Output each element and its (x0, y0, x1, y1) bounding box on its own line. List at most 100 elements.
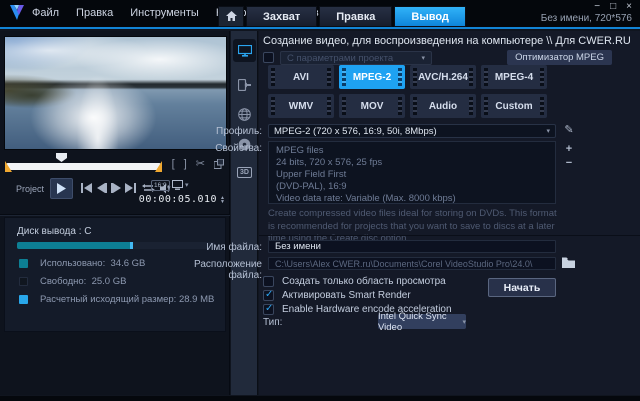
aspect-caret-icon: ▾ (167, 184, 171, 192)
playhead-thumb[interactable] (56, 153, 67, 162)
format-avc-button[interactable]: AVC/H.264 (410, 65, 476, 89)
dropdown-caret-icon: ▾ (462, 318, 466, 326)
minimize-button[interactable]: − (594, 1, 600, 12)
tab-capture[interactable]: Захват (246, 6, 317, 27)
left-panel-divider (0, 214, 230, 216)
start-button[interactable]: Начать (488, 278, 556, 297)
same-as-project-checkbox[interactable] (263, 52, 274, 63)
videostudio-logo-icon (10, 5, 24, 20)
mpeg-optimizer-button[interactable]: Оптимизатор MPEG (507, 50, 612, 65)
preview-size-selector[interactable]: ▾ (172, 180, 189, 190)
disk-estimate-marker (130, 242, 133, 249)
home-icon (226, 11, 237, 22)
format-audio-button[interactable]: Audio (410, 94, 476, 118)
edit-profile-pencil-icon[interactable]: ✎ (562, 123, 576, 136)
format-mov-button[interactable]: MOV (339, 94, 405, 118)
estimate-color-swatch (19, 295, 28, 304)
document-title: Без имени, 720*576 (541, 13, 632, 24)
smart-render-checkbox[interactable] (263, 290, 274, 301)
preview-range-option[interactable]: Создать только область просмотра (263, 276, 446, 287)
menu-tools[interactable]: Инструменты (130, 7, 199, 19)
location-input[interactable]: C:\Users\Alex CWER.ru\Documents\Corel Vi… (268, 257, 556, 270)
transport-controls: Project 16:9 (0, 177, 230, 205)
used-color-swatch (19, 259, 28, 268)
timecode-value: 00:00:05.010 (139, 194, 217, 205)
legend-estimate: Расчетный исходящий размер: 28.9 MB (19, 294, 214, 305)
format-custom-button[interactable]: Custom (481, 94, 547, 118)
format-wmv-button[interactable]: WMV (268, 94, 334, 118)
format-mpeg4-button[interactable]: MPEG-4 (481, 65, 547, 89)
format-avi-button[interactable]: AVI (268, 65, 334, 89)
tab-share[interactable]: Вывод (394, 6, 466, 27)
preview-range-checkbox[interactable] (263, 276, 274, 287)
filename-input[interactable]: Без имени (268, 240, 556, 253)
screen-size-icon (172, 180, 183, 190)
smart-render-option[interactable]: Активировать Smart Render (263, 290, 411, 301)
same-as-project-dropdown[interactable]: С параметрами проекта▾ (280, 51, 432, 65)
hardware-accel-checkbox[interactable] (263, 304, 274, 315)
sidebar-item-device[interactable] (233, 73, 256, 96)
output-disk-title: Диск вывода : C (17, 226, 92, 237)
properties-label: Свойства: (167, 143, 262, 154)
folder-icon (562, 257, 577, 269)
computer-icon (238, 45, 252, 57)
menu-file[interactable]: Файл (32, 7, 59, 19)
share-output-panel: Создание видео, для воспроизведения на к… (259, 31, 640, 395)
disk-used-fill (17, 242, 130, 249)
play-icon (57, 183, 66, 194)
mark-in-button[interactable]: [ (172, 158, 175, 170)
options-row: С параметрами проекта▾ Оптимизатор MPEG (263, 50, 636, 66)
profile-label: Профиль: (167, 126, 262, 137)
mark-out-button[interactable]: ] (184, 158, 187, 170)
videostudio-window: Файл Правка Инструменты Настройки Справк… (0, 0, 640, 401)
free-color-swatch (19, 277, 28, 286)
legend-used: Использовано: 34.6 GB (19, 258, 145, 269)
format-grid: AVI MPEG-2 AVC/H.264 MPEG-4 WMV MOV Audi… (268, 65, 558, 118)
share-category-sidebar: 3D (231, 31, 258, 395)
trim-tools: [ ] ✂ (172, 157, 224, 170)
window-controls: − □ × (594, 1, 632, 12)
window-bottom-edge (0, 396, 640, 401)
size-caret-icon: ▾ (185, 181, 189, 189)
profile-dropdown[interactable]: MPEG-2 (720 x 576, 16:9, 50i, 8Mbps)▾ (268, 124, 556, 138)
share-title: Создание видео, для воспроизведения на к… (263, 35, 631, 47)
timecode-stepper[interactable]: ▲▼ (220, 196, 225, 204)
legend-free: Свободно: 25.0 GB (19, 276, 126, 287)
enlarge-preview-button[interactable] (214, 159, 224, 169)
3d-icon: 3D (237, 167, 252, 178)
tab-edit[interactable]: Правка (319, 6, 392, 27)
format-mpeg2-button[interactable]: MPEG-2 (339, 65, 405, 89)
dropdown-caret-icon: ▾ (421, 54, 425, 62)
play-button[interactable] (50, 178, 73, 199)
timecode-display[interactable]: 00:00:05.010 ▲▼ (139, 194, 225, 205)
go-start-button[interactable] (78, 180, 94, 196)
sidebar-item-computer[interactable] (233, 39, 256, 62)
type-label: Тип: (263, 317, 282, 328)
encoder-type-dropdown[interactable]: Intel Quick Sync Video▾ (378, 314, 466, 329)
sidebar-item-web[interactable] (233, 103, 256, 126)
maximize-button[interactable]: □ (610, 1, 616, 12)
add-profile-button[interactable]: + (562, 143, 576, 155)
enlarge-icon (214, 159, 224, 169)
split-clip-button[interactable]: ✂ (196, 157, 205, 170)
location-label: Расположение файла: (162, 259, 262, 281)
go-end-button[interactable] (122, 180, 138, 196)
preview-panel: [ ] ✂ Project (0, 31, 230, 395)
browse-folder-button[interactable] (562, 257, 577, 269)
sidebar-item-3d[interactable]: 3D (233, 161, 256, 184)
globe-icon (238, 108, 251, 121)
menu-edit[interactable]: Правка (76, 7, 113, 19)
filename-label: Имя файла: (167, 242, 262, 253)
close-button[interactable]: × (626, 1, 632, 12)
scrubber-area: [ ] ✂ (0, 152, 230, 176)
project-mode-selector[interactable]: Project (16, 184, 44, 194)
remove-profile-button[interactable]: − (562, 157, 576, 169)
trim-bar[interactable] (6, 163, 161, 170)
properties-box: MPEG files 24 bits, 720 x 576, 25 fps Up… (268, 141, 556, 204)
workspace-tabs: Захват Правка Вывод (218, 6, 466, 27)
dropdown-caret-icon: ▾ (546, 127, 550, 135)
section-divider (259, 235, 640, 236)
home-tab[interactable] (218, 6, 244, 27)
device-icon (238, 79, 251, 91)
title-menu-bar: Файл Правка Инструменты Настройки Справк… (0, 0, 640, 29)
